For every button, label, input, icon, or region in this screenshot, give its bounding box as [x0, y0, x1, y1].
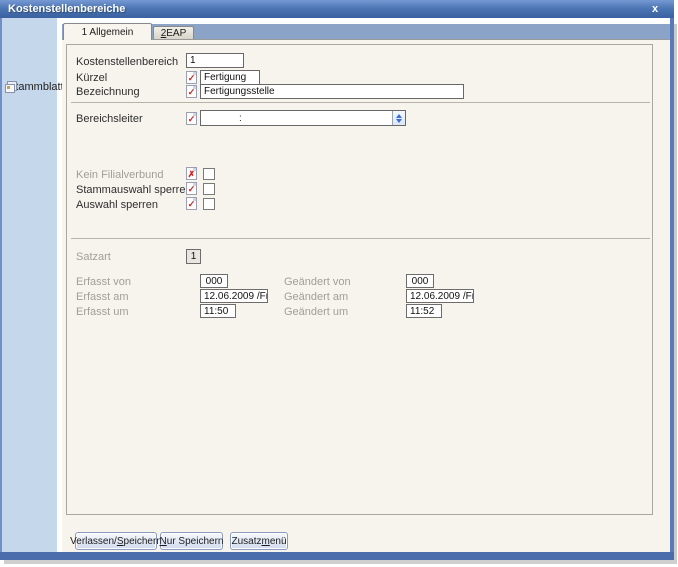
- label-erfasst-um: Erfasst um: [76, 306, 129, 318]
- label-bezeichnung: Bezeichnung: [76, 86, 140, 98]
- verlassen-speichern-button[interactable]: Verlassen/Speichern: [70, 532, 162, 550]
- form-panel: Kostenstellenbereich Kürzel ✓ Bezeichnun…: [66, 44, 653, 515]
- window-shadow-right: [674, 24, 677, 564]
- check-glyph: ✓: [187, 199, 196, 209]
- field-erfasst-um: 11:50: [200, 304, 236, 318]
- window-title: Kostenstellenbereiche: [8, 3, 126, 15]
- combo-value: :: [239, 112, 242, 124]
- label-erfasst-am: Erfasst am: [76, 291, 129, 303]
- button-label-accel: m: [261, 535, 270, 547]
- window-border-bottom: [0, 552, 674, 560]
- label-kein-filialverbund: Kein Filialverbund: [76, 169, 164, 181]
- tab-eap[interactable]: 2 EAP: [153, 26, 194, 39]
- sidebar: Stammblatt: [2, 18, 64, 552]
- label-bereichsleiter: Bereichsleiter: [76, 113, 143, 125]
- label-kostenstellenbereich: Kostenstellenbereich: [76, 56, 179, 68]
- separator: [71, 102, 650, 103]
- button-label: Verlassen/: [70, 535, 117, 547]
- field-geaendert-von: 000: [406, 274, 434, 288]
- sidebar-item-stammblatt[interactable]: Stammblatt: [5, 78, 64, 96]
- cross-glyph: ✗: [187, 169, 196, 179]
- label-auswahl-sperren: Auswahl sperren: [76, 199, 158, 211]
- window-shadow-bottom: [4, 560, 676, 564]
- close-icon: x: [651, 3, 659, 15]
- spinner-down-icon: [396, 118, 402, 123]
- input-kostenstellenbereich[interactable]: [186, 53, 244, 68]
- field-erfasst-am: 12.06.2009 /Fr: [200, 289, 268, 303]
- red-check-doc-icon-auswahl[interactable]: ✓: [186, 197, 197, 210]
- separator: [71, 238, 650, 239]
- nur-speichern-button[interactable]: Nur Speichern: [160, 532, 223, 550]
- label-stammauswahl-sperren: Stammauswahl sperren: [76, 184, 192, 196]
- button-label: enü: [269, 535, 287, 547]
- application-window: Kostenstellenbereiche x Stammblatt 1 All…: [0, 0, 678, 567]
- red-check-doc-icon-bezeichnung[interactable]: ✓: [186, 85, 197, 98]
- spinner-up-icon: [396, 113, 402, 118]
- button-label: Zusatz: [231, 535, 262, 547]
- check-glyph: ✓: [187, 114, 196, 124]
- field-geaendert-am: 12.06.2009 /Fr: [406, 289, 474, 303]
- button-label: ur Speichern: [166, 535, 224, 547]
- red-x-doc-icon-kein-filialverbund[interactable]: ✗: [186, 167, 197, 180]
- field-erfasst-von: 000: [200, 274, 228, 288]
- satzart-value: 1: [186, 249, 201, 264]
- button-label-accel: N: [159, 535, 167, 547]
- checkbox-auswahl-sperren[interactable]: [203, 198, 215, 210]
- tab-label: 1 Allgemein: [81, 26, 134, 38]
- label-satzart: Satzart: [76, 251, 111, 263]
- checkbox-kein-filialverbund[interactable]: [203, 168, 215, 180]
- button-label: peichern: [123, 535, 162, 547]
- check-glyph: ✓: [187, 184, 196, 194]
- button-label-accel: S: [116, 535, 124, 547]
- label-erfasst-von: Erfasst von: [76, 276, 132, 288]
- red-check-doc-icon-stammauswahl[interactable]: ✓: [186, 182, 197, 195]
- field-geaendert-um: 11:52: [406, 304, 442, 318]
- combo-spinner-button[interactable]: [392, 111, 405, 125]
- label-geaendert-am: Geändert am: [284, 291, 349, 303]
- check-glyph: ✓: [187, 73, 196, 83]
- red-check-doc-icon-bereichsleiter[interactable]: ✓: [186, 112, 197, 125]
- window-titlebar: Kostenstellenbereiche: [0, 0, 674, 18]
- tab-label: EAP: [166, 27, 187, 39]
- label-kuerzel: Kürzel: [76, 72, 108, 84]
- close-button[interactable]: x: [648, 2, 662, 16]
- combo-bereichsleiter[interactable]: :: [200, 110, 406, 126]
- check-glyph: ✓: [187, 87, 196, 97]
- tab-allgemein[interactable]: 1 Allgemein: [63, 23, 152, 40]
- label-geaendert-von: Geändert von: [284, 276, 351, 288]
- checkbox-stammauswahl-sperren[interactable]: [203, 183, 215, 195]
- input-bezeichnung[interactable]: [200, 84, 464, 99]
- red-check-doc-icon-kuerzel[interactable]: ✓: [186, 71, 197, 84]
- zusatzmenu-button[interactable]: Zusatz m enü: [230, 532, 288, 550]
- input-kuerzel[interactable]: [200, 70, 260, 85]
- label-geaendert-um: Geändert um: [284, 306, 349, 318]
